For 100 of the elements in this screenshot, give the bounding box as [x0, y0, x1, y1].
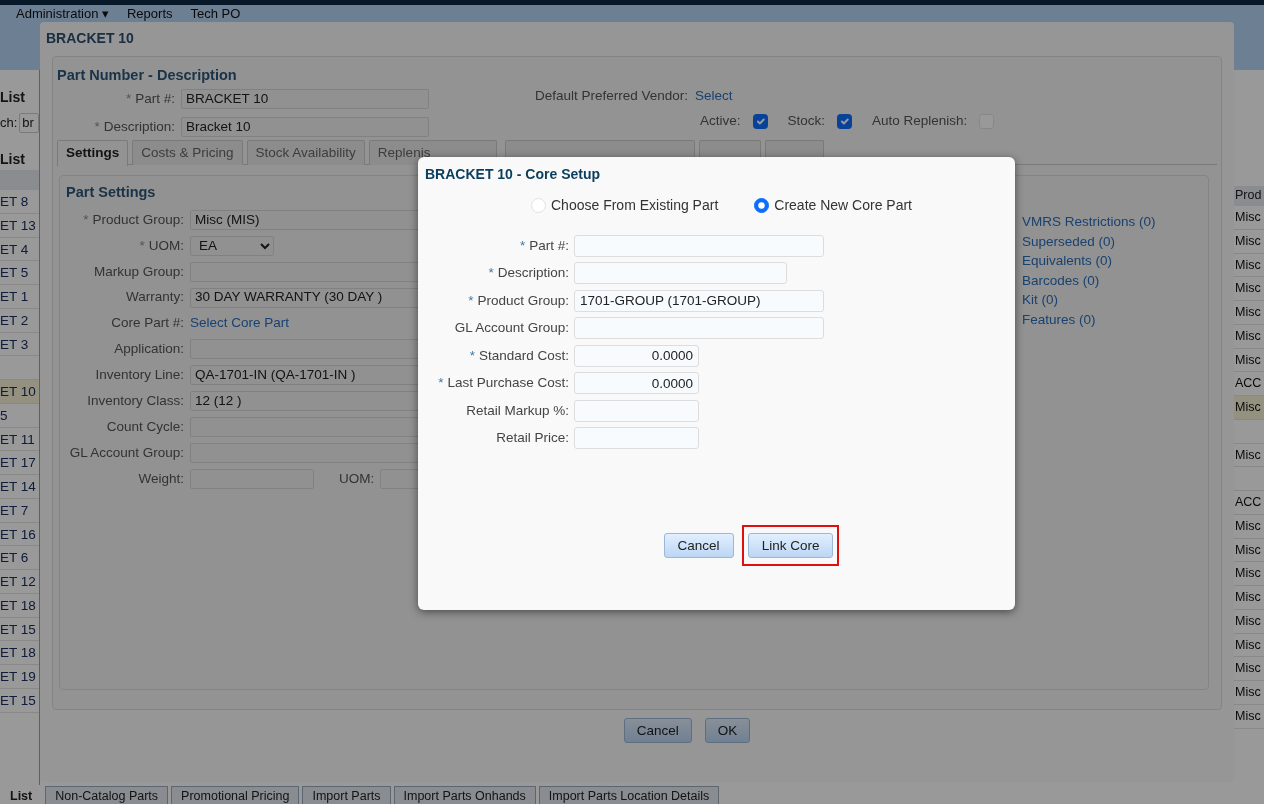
table-cell[interactable]: ET 19 — [0, 665, 39, 689]
table-cell[interactable]: ET 1 — [0, 285, 39, 309]
table-cell[interactable]: ET 14 — [0, 475, 39, 499]
field-label: Inventory Class: — [86, 392, 185, 411]
field-label: GL Account Group: — [68, 443, 185, 462]
checkbox-label: Stock: — [787, 111, 826, 130]
table-cell[interactable]: ET 15 — [0, 688, 39, 713]
select-field[interactable] — [574, 317, 824, 340]
menu-item[interactable]: Tech PO — [190, 6, 241, 21]
required-mark: * — [469, 347, 475, 363]
field-label: UOM: — [339, 469, 375, 488]
table-cell[interactable]: ET 5 — [0, 261, 39, 285]
required-mark: * — [125, 90, 132, 106]
table-cell[interactable]: ET 15 — [0, 617, 39, 642]
panel-title: List — [0, 88, 26, 107]
field-label: * Part #: — [518, 236, 570, 255]
related-link[interactable]: Features (0) — [1022, 309, 1202, 329]
radio-option[interactable]: Create New Core Part — [754, 195, 912, 216]
input-field[interactable]: BRACKET 10 — [181, 89, 429, 109]
field-label: Core Part #: — [110, 314, 185, 333]
radio-option[interactable]: Choose From Existing Part — [531, 195, 719, 216]
list-title: List — [0, 150, 26, 169]
table-cell[interactable]: ET 13 — [0, 213, 39, 238]
tab[interactable]: Import Parts — [302, 786, 391, 804]
tab[interactable]: Stock Availability — [246, 140, 365, 165]
tab[interactable]: Import Parts Onhands — [393, 786, 536, 804]
table-header-cell: Prod — [1234, 186, 1264, 206]
dialog-button[interactable]: Cancel — [623, 718, 692, 743]
field-label: Weight: — [137, 469, 185, 488]
related-link[interactable]: Barcodes (0) — [1022, 270, 1202, 290]
table-cell[interactable]: Misc — [1234, 396, 1264, 420]
table-cell[interactable]: ET 3 — [0, 332, 39, 357]
tab[interactable]: Import Parts Location Details — [538, 786, 720, 804]
field-label: Application: — [113, 340, 185, 359]
field-label: * Standard Cost: — [468, 346, 570, 365]
required-mark: * — [83, 211, 89, 227]
field-label: GL Account Group: — [453, 319, 570, 338]
input-field[interactable] — [574, 234, 824, 257]
field-label: Retail Price: — [495, 429, 570, 448]
tab[interactable]: Non-Catalog Parts — [45, 786, 169, 804]
table-cell[interactable]: ET 18 — [0, 593, 39, 618]
checkbox-label: Active: — [700, 111, 741, 130]
related-link[interactable]: Superseded (0) — [1022, 231, 1202, 251]
required-mark: * — [488, 265, 494, 281]
input-field[interactable] — [574, 399, 699, 422]
field-label: * Part #: — [124, 89, 176, 108]
tab[interactable]: Costs & Pricing — [132, 140, 243, 165]
field-label: Count Cycle: — [105, 417, 185, 436]
select-field[interactable]: 1701-GROUP (1701-GROUP) — [574, 289, 824, 312]
menu-item[interactable]: Administration ▾ — [16, 6, 109, 21]
related-link[interactable]: Kit (0) — [1022, 290, 1202, 310]
table-cell[interactable]: ET 16 — [0, 522, 39, 547]
required-mark: * — [94, 118, 100, 134]
dialog-button[interactable]: Cancel — [663, 533, 734, 558]
table-header — [0, 170, 39, 190]
table-cell[interactable]: ET 12 — [0, 570, 39, 594]
input-field[interactable]: 0.0000 — [574, 344, 699, 367]
field-label: * UOM: — [138, 236, 185, 255]
input-field[interactable] — [574, 427, 699, 450]
checkbox[interactable] — [752, 113, 768, 129]
table-cell[interactable]: ET 8 — [0, 190, 39, 214]
section-title: Part Number - Description — [57, 66, 238, 85]
tab[interactable]: Settings — [57, 140, 129, 166]
checkbox-label: Auto Replenish: — [872, 111, 968, 130]
dialog-title: BRACKET 10 - Core Setup — [425, 165, 602, 184]
dialog-button[interactable]: Link Core — [747, 533, 834, 558]
radio-button[interactable] — [754, 198, 770, 213]
dialog-button[interactable]: OK — [704, 718, 751, 743]
table-cell[interactable]: ET 7 — [0, 498, 39, 523]
field-label: * Description: — [487, 264, 570, 283]
required-mark: * — [468, 292, 474, 308]
tab[interactable]: Promotional Pricing — [171, 786, 300, 804]
select-link[interactable]: Select — [695, 85, 733, 107]
table-cell[interactable]: ET 18 — [0, 641, 39, 665]
dialog-title: BRACKET 10 — [46, 29, 135, 48]
search-label: ch: — [0, 114, 18, 133]
table-cell[interactable]: ET 10 — [0, 380, 39, 404]
field-label: Inventory Line: — [94, 366, 185, 385]
related-link[interactable]: Equivalents (0) — [1022, 251, 1202, 271]
input-field[interactable]: 0.0000 — [574, 372, 699, 395]
table-cell[interactable]: ET 17 — [0, 451, 39, 475]
table-cell[interactable]: ET 6 — [0, 546, 39, 570]
search-field[interactable]: br — [19, 113, 39, 133]
field-label: Markup Group: — [92, 262, 185, 281]
table-cell[interactable]: ET 4 — [0, 237, 39, 262]
menu-item[interactable]: Reports — [127, 6, 173, 21]
related-link[interactable]: VMRS Restrictions (0) — [1022, 212, 1202, 232]
field-label: Default Preferred Vendor: — [535, 86, 689, 105]
select-field[interactable]: EA — [190, 235, 274, 256]
field-label: Warranty: — [125, 288, 185, 307]
field-label: * Description: — [93, 117, 176, 136]
required-mark: * — [519, 237, 526, 253]
field-label: * Product Group: — [82, 210, 185, 229]
table-cell[interactable]: ET 2 — [0, 308, 39, 333]
input-field[interactable] — [574, 262, 787, 285]
checkbox[interactable] — [837, 113, 853, 129]
select-core-part-link[interactable]: Select Core Part — [190, 313, 290, 334]
required-mark: * — [139, 237, 145, 253]
input-field[interactable]: Bracket 10 — [181, 117, 429, 137]
table-cell[interactable]: ET 11 — [0, 427, 39, 452]
